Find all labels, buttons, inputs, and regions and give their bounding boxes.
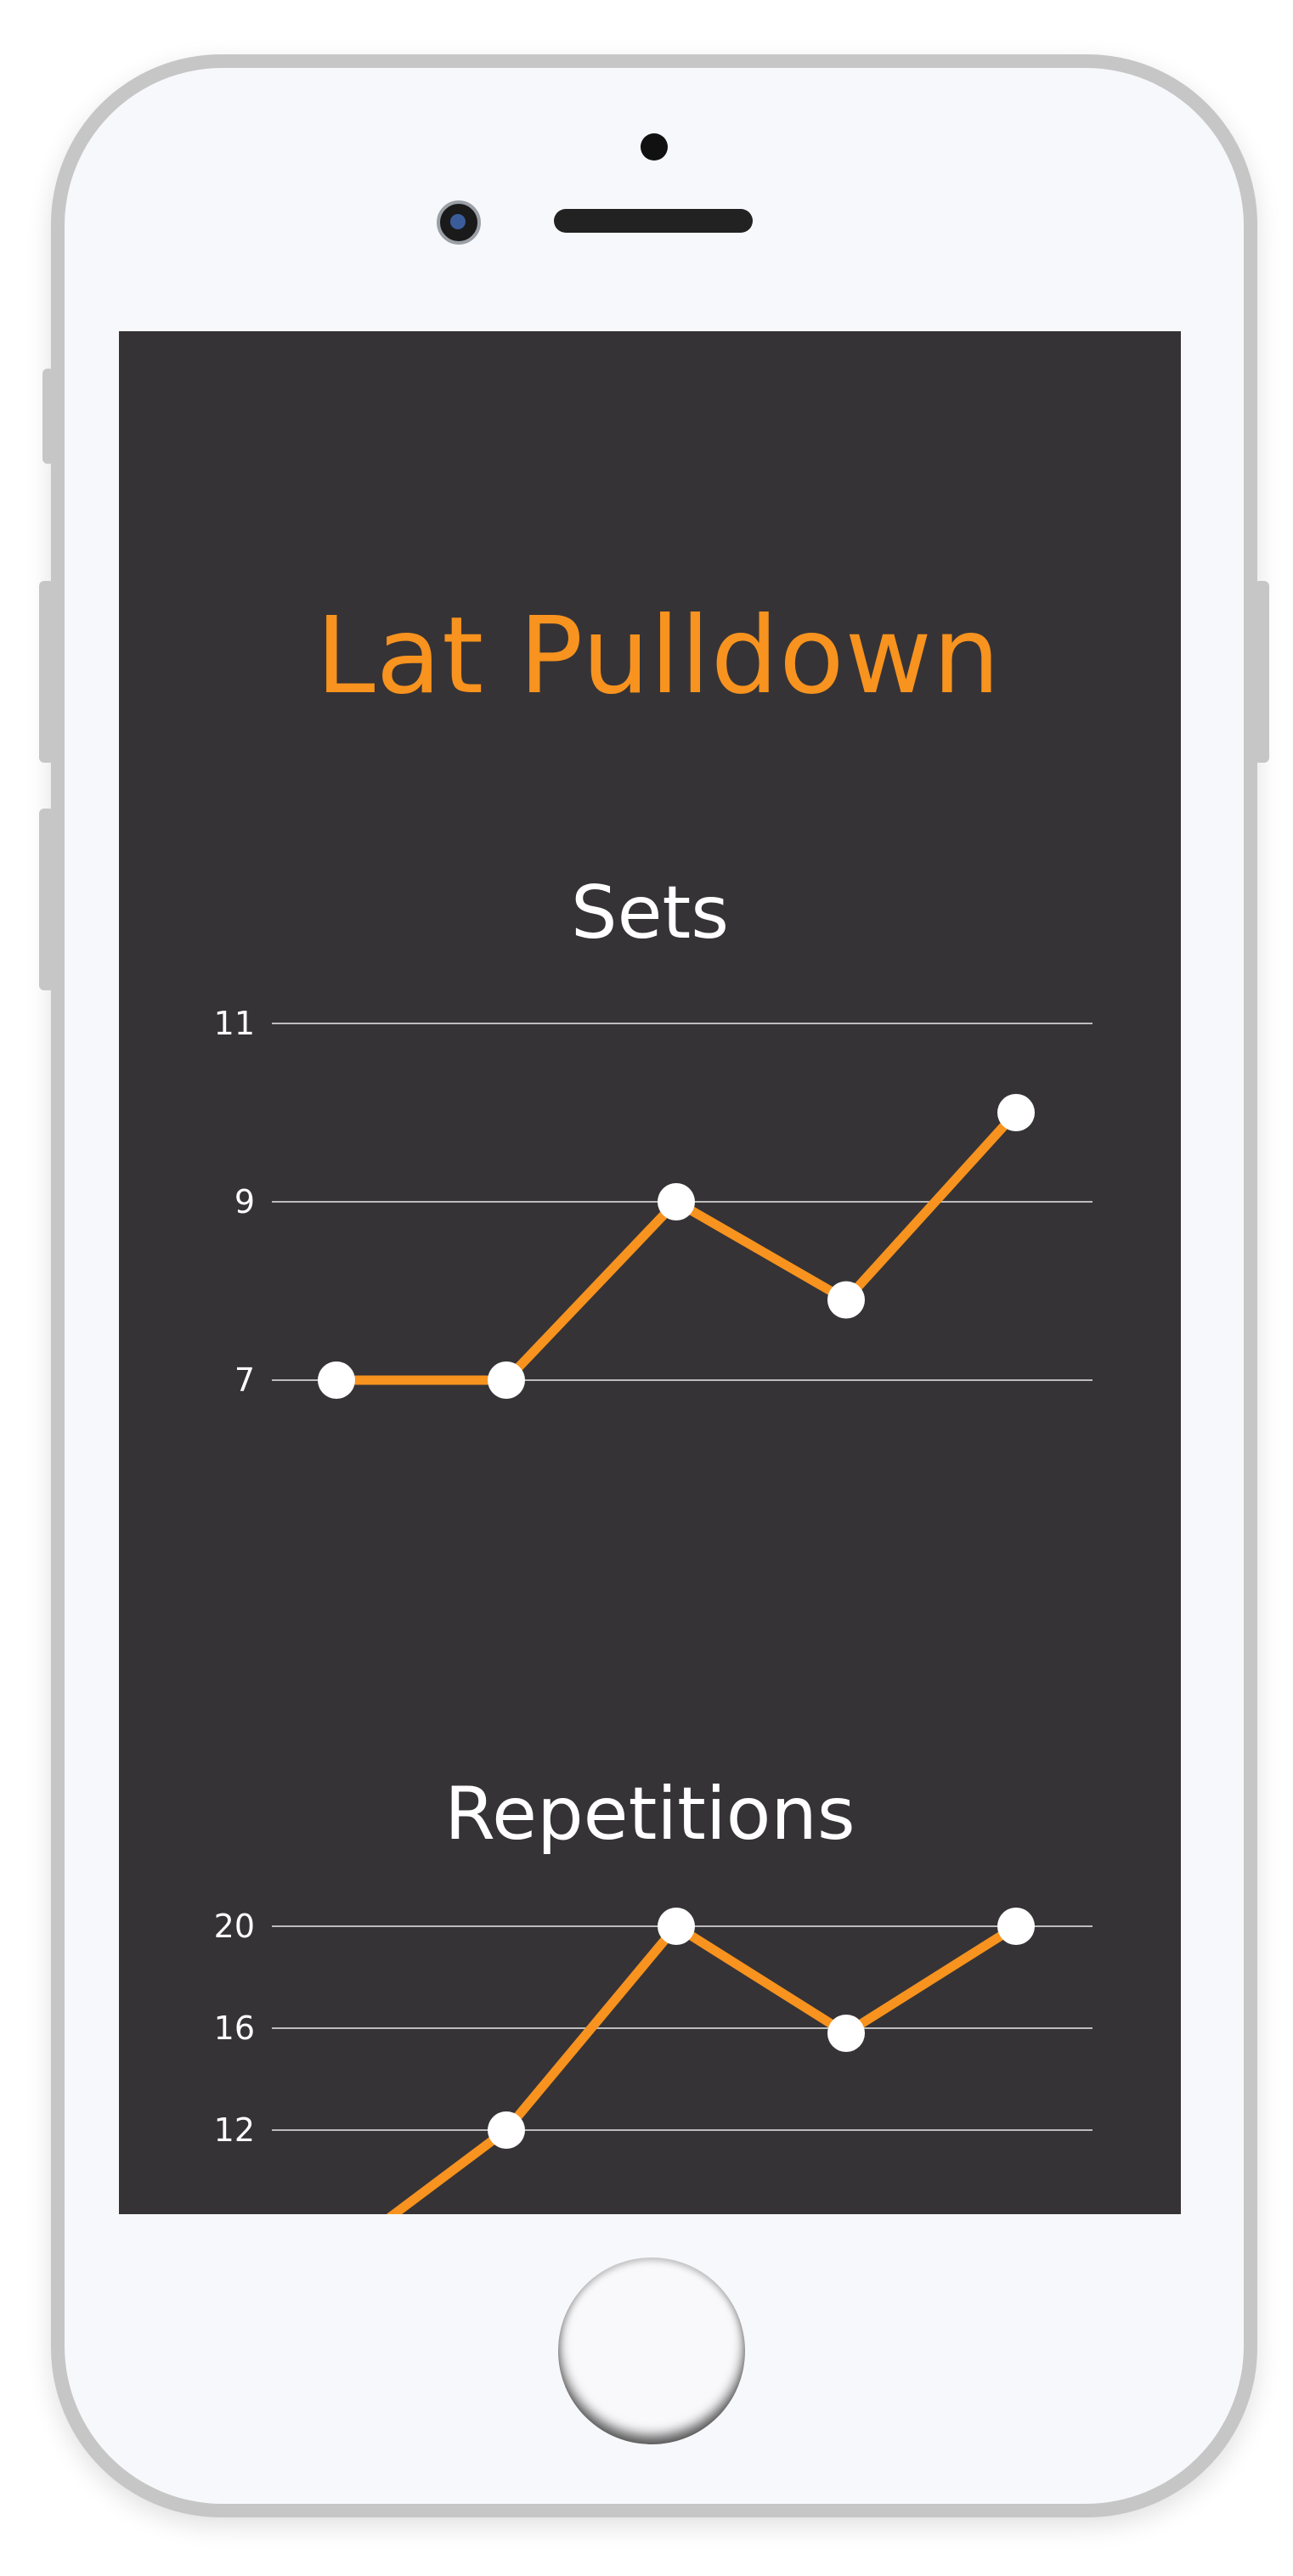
- reps-data-point: [997, 1908, 1035, 1945]
- volume-up-button: [39, 581, 54, 763]
- sets-data-point: [658, 1183, 695, 1220]
- reps-data-point: [488, 2111, 525, 2149]
- reps-y-tick-label: 20: [214, 1908, 255, 1945]
- reps-y-tick-label: 12: [214, 2111, 255, 2149]
- reps-series-line: [386, 1921, 1021, 2214]
- app-screen: Lat Pulldown Sets 357911CW 12CW 13CW 14 …: [119, 331, 1181, 2214]
- sets-y-tick-label: 9: [234, 1183, 255, 1220]
- sets-y-tick-label: 11: [214, 1005, 255, 1042]
- sets-series-line: [331, 1108, 1021, 1385]
- proximity-sensor: [641, 133, 668, 161]
- reps-y-tick-label: 16: [214, 2010, 255, 2047]
- sets-chart: 357911CW 12CW 13CW 14: [214, 1005, 1093, 1399]
- volume-down-button: [39, 809, 54, 990]
- sets-chart-title: Sets: [570, 871, 730, 955]
- sets-data-point: [997, 1094, 1035, 1131]
- sets-y-tick-label: 7: [234, 1361, 255, 1399]
- sets-data-point: [488, 1361, 525, 1399]
- mute-switch: [42, 369, 54, 464]
- front-camera-icon: [437, 200, 481, 245]
- power-button: [1254, 581, 1269, 763]
- sets-data-point: [318, 1361, 355, 1399]
- repetitions-chart: 12 16 20: [214, 1908, 1093, 2214]
- reps-data-point: [658, 1908, 695, 1945]
- page-title: Lat Pulldown: [315, 595, 1002, 718]
- earpiece-speaker: [554, 209, 753, 233]
- home-button[interactable]: [558, 2258, 745, 2444]
- sets-data-point: [827, 1281, 865, 1319]
- reps-data-point: [827, 2015, 865, 2052]
